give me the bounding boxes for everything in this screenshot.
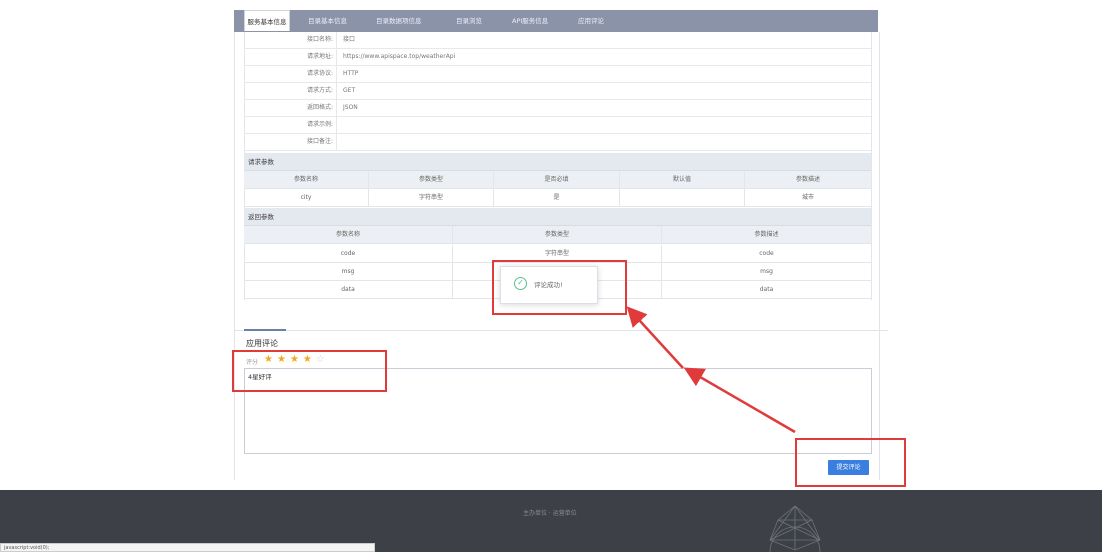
browser-status-bar: javascript:void(0); [0,543,375,552]
footer-text: 主办单位 · 运营单位 [523,510,577,517]
annotation-arrows [626,306,796,434]
arrow-to-rating [683,367,796,434]
highlight-box-submit [795,438,906,487]
arrow-to-toast [626,306,684,369]
globe-icon [769,505,821,552]
